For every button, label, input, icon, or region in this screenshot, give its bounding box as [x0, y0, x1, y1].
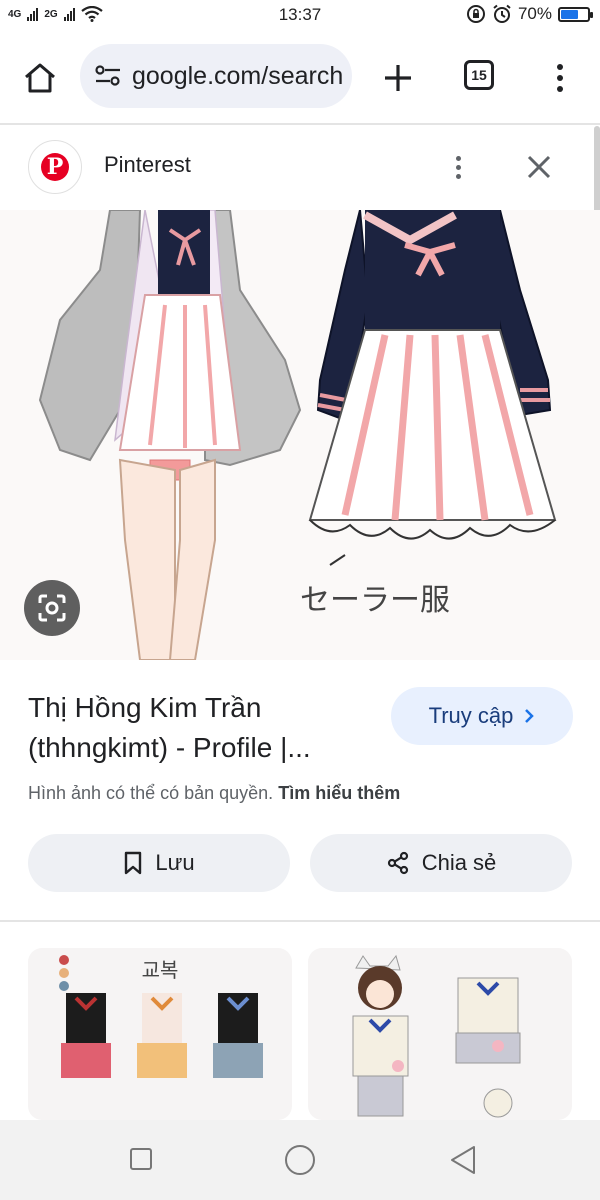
home-nav-button[interactable] [285, 1145, 315, 1175]
copyright-text: Hình ảnh có thể có bản quyền. [28, 783, 274, 803]
google-lens-button[interactable] [24, 580, 80, 636]
back-button[interactable] [448, 1144, 478, 1176]
browser-toolbar: google.com/search 15 [0, 32, 600, 124]
rotation-lock-icon [466, 5, 485, 23]
new-tab-button[interactable] [376, 56, 420, 100]
site-settings-icon[interactable] [94, 62, 122, 90]
related-caption: 교복 [141, 960, 179, 982]
tab-switcher-button[interactable]: 15 [464, 60, 494, 90]
system-nav-bar [0, 1120, 600, 1200]
status-bar: 4G 2G 13:37 70% [0, 0, 600, 32]
result-panel-header: P Pinterest [0, 126, 600, 210]
save-button[interactable]: Lưu [28, 834, 290, 892]
recent-apps-button[interactable] [130, 1148, 152, 1170]
close-icon [527, 155, 551, 179]
chevron-right-icon [525, 709, 535, 723]
url-text[interactable]: google.com/search [132, 62, 343, 91]
home-icon [25, 63, 55, 93]
toolbar-divider [0, 123, 600, 125]
alarm-icon [493, 4, 511, 23]
cat-ear-outfit-sheet [352, 954, 521, 1118]
related-image-1[interactable]: 교복 [28, 948, 292, 1120]
battery-icon [558, 6, 593, 22]
visit-label: Truy cập [428, 703, 514, 728]
site-name[interactable]: Pinterest [104, 152, 191, 178]
address-bar[interactable]: google.com/search [80, 44, 352, 108]
result-image[interactable]: セーラー服 [0, 210, 600, 660]
battery-level [561, 9, 578, 19]
browser-menu-button[interactable] [546, 58, 574, 98]
related-image-2[interactable] [308, 948, 572, 1120]
home-button[interactable] [18, 58, 62, 98]
share-icon [387, 851, 408, 875]
learn-more-link[interactable]: Tìm hiểu thêm [278, 783, 400, 803]
battery-percent: 70% [517, 4, 552, 23]
lens-icon [38, 594, 66, 622]
bookmark-icon [125, 851, 142, 875]
close-button[interactable] [522, 150, 556, 184]
save-label: Lưu [155, 850, 195, 875]
anime-outfit-illustration: セーラー服 [38, 210, 557, 660]
plus-icon [385, 65, 411, 91]
content-divider [0, 920, 600, 922]
share-label: Chia sẻ [421, 850, 497, 875]
more-options-button[interactable] [444, 150, 472, 184]
status-icons: 70% [466, 4, 593, 24]
visit-button[interactable]: Truy cập [391, 687, 573, 745]
share-button[interactable]: Chia sẻ [310, 834, 572, 892]
pinterest-logo: P [28, 140, 82, 194]
copyright-notice: Hình ảnh có thể có bản quyền. Tìm hiểu t… [28, 783, 400, 804]
result-title[interactable]: Thị Hồng Kim Trần (thhngkimt) - Profile … [28, 688, 378, 768]
handwritten-caption: セーラー服 [300, 583, 450, 618]
tab-count: 15 [471, 67, 487, 83]
